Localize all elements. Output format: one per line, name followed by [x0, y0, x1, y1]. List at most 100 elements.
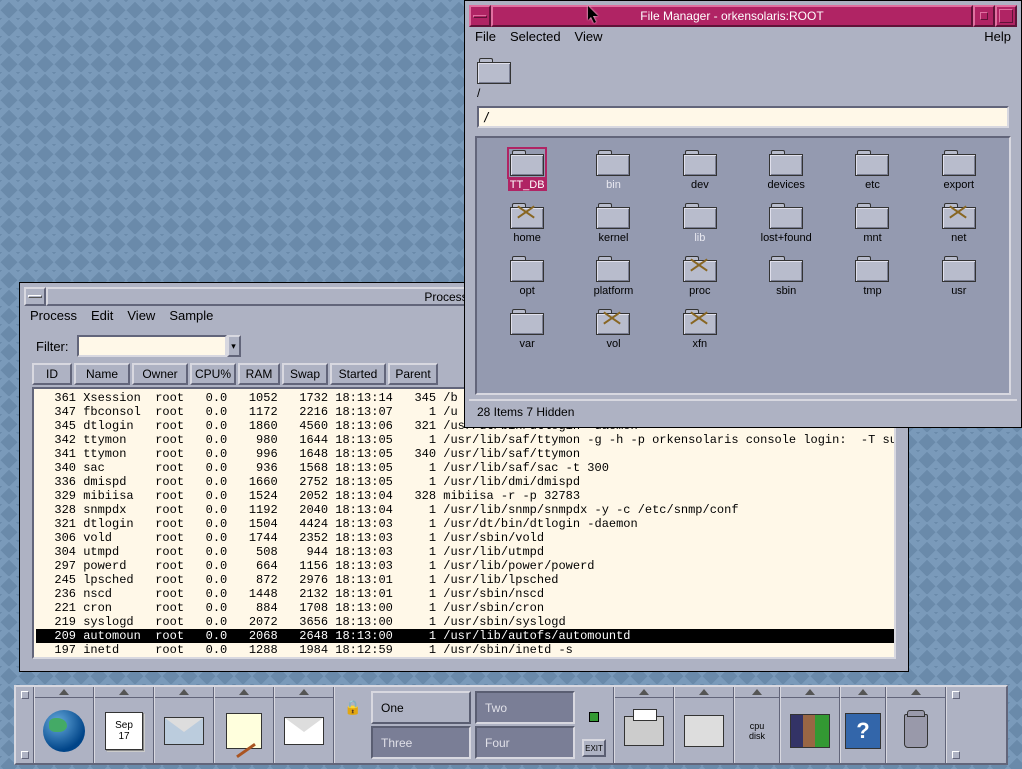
folder-item-home[interactable]: home: [487, 203, 567, 244]
path-iconic[interactable]: [475, 50, 1011, 84]
process-row[interactable]: 306 vold root 0.0 1744 2352 18:13:03 1 /…: [36, 531, 894, 545]
folder-item-mnt[interactable]: mnt: [832, 203, 912, 244]
folder-item-lostfound[interactable]: lost+found: [746, 203, 826, 244]
filter-dropdown-button[interactable]: ▾: [227, 335, 241, 357]
process-row[interactable]: 321 dtlogin root 0.0 1504 4424 18:13:03 …: [36, 517, 894, 531]
folder-item-proc[interactable]: proc: [660, 256, 740, 297]
col-header-started[interactable]: Started: [330, 363, 386, 385]
panel-apps[interactable]: [780, 687, 840, 763]
minimize-button[interactable]: [973, 5, 995, 27]
subpanel-arrow-icon[interactable]: [95, 687, 153, 698]
col-header-swap[interactable]: Swap: [282, 363, 328, 385]
subpanel-arrow-icon[interactable]: [155, 687, 213, 698]
fm-title[interactable]: File Manager - orkensolaris:ROOT: [491, 5, 973, 27]
process-row[interactable]: 236 nscd root 0.0 1448 2132 18:13:01 1 /…: [36, 587, 894, 601]
col-header-ram[interactable]: RAM: [238, 363, 280, 385]
workspace-three[interactable]: Three: [371, 726, 471, 759]
menu-edit[interactable]: Edit: [91, 308, 113, 323]
process-row[interactable]: 340 sac root 0.0 936 1568 18:13:05 1 /us…: [36, 461, 894, 475]
col-header-cpu%[interactable]: CPU%: [190, 363, 236, 385]
process-row[interactable]: 219 syslogd root 0.0 2072 3656 18:13:00 …: [36, 615, 894, 629]
workspace-four[interactable]: Four: [475, 726, 575, 759]
subpanel-arrow-icon[interactable]: [275, 687, 333, 698]
panel-help[interactable]: ?: [840, 687, 886, 763]
menu-file[interactable]: File: [475, 29, 496, 44]
menu-selected[interactable]: Selected: [510, 29, 561, 44]
folder-item-devices[interactable]: devices: [746, 150, 826, 191]
process-row[interactable]: 328 snmpdx root 0.0 1192 2040 18:13:04 1…: [36, 503, 894, 517]
folder-item-opt[interactable]: opt: [487, 256, 567, 297]
folder-item-etc[interactable]: etc: [832, 150, 912, 191]
subpanel-arrow-icon[interactable]: [735, 687, 779, 698]
process-row[interactable]: 197 inetd root 0.0 1288 1984 18:12:59 1 …: [36, 643, 894, 657]
workspace-two[interactable]: Two: [475, 691, 575, 724]
process-row[interactable]: 245 lpsched root 0.0 872 2976 18:13:01 1…: [36, 573, 894, 587]
folder-item-dev[interactable]: dev: [660, 150, 740, 191]
exit-button[interactable]: EXIT: [582, 739, 606, 757]
process-row[interactable]: 329 mibiisa root 0.0 1524 2052 18:13:04 …: [36, 489, 894, 503]
process-row[interactable]: 341 ttymon root 0.0 996 1648 18:13:05 34…: [36, 447, 894, 461]
panel-handle-left[interactable]: [16, 687, 34, 763]
calendar-icon: Sep17: [105, 712, 143, 750]
fm-titlebar[interactable]: File Manager - orkensolaris:ROOT: [469, 5, 1017, 27]
panel-calendar[interactable]: Sep17: [94, 687, 154, 763]
folder-item-tmp[interactable]: tmp: [832, 256, 912, 297]
books-icon: [790, 714, 830, 748]
subpanel-arrow-icon[interactable]: [215, 687, 273, 698]
panel-editor[interactable]: [214, 687, 274, 763]
col-header-parent[interactable]: Parent: [388, 363, 438, 385]
folder-item-var[interactable]: var: [487, 309, 567, 350]
menu-help[interactable]: Help: [984, 29, 1011, 44]
folder-item-vol[interactable]: vol: [573, 309, 653, 350]
subpanel-arrow-icon[interactable]: [841, 687, 885, 698]
subpanel-arrow-icon[interactable]: [781, 687, 839, 698]
folder-item-kernel[interactable]: kernel: [573, 203, 653, 244]
panel-handle-right[interactable]: [946, 687, 964, 763]
menu-sample[interactable]: Sample: [169, 308, 213, 323]
folder-view[interactable]: TT_DBbindevdevicesetcexport homekernellib…: [477, 138, 1009, 362]
subpanel-arrow-icon[interactable]: [615, 687, 673, 698]
col-header-name[interactable]: Name: [74, 363, 130, 385]
process-row[interactable]: 209 automoun root 0.0 2068 2648 18:13:00…: [36, 629, 894, 643]
panel-style[interactable]: [674, 687, 734, 763]
folder-icon: [510, 256, 544, 282]
menu-view[interactable]: View: [575, 29, 603, 44]
col-header-owner[interactable]: Owner: [132, 363, 188, 385]
menu-view[interactable]: View: [127, 308, 155, 323]
process-row[interactable]: 304 utmpd root 0.0 508 944 18:13:03 1 /u…: [36, 545, 894, 559]
folder-item-platform[interactable]: platform: [573, 256, 653, 297]
filter-input[interactable]: [77, 335, 227, 357]
path-input[interactable]: [477, 106, 1009, 128]
process-row[interactable]: 221 cron root 0.0 884 1708 18:13:00 1 /u…: [36, 601, 894, 615]
subpanel-arrow-icon[interactable]: [887, 687, 945, 698]
maximize-button[interactable]: [995, 5, 1017, 27]
panel-printer[interactable]: [614, 687, 674, 763]
subpanel-arrow-icon[interactable]: [675, 687, 733, 698]
window-menu-button[interactable]: [24, 287, 46, 306]
panel-files[interactable]: [154, 687, 214, 763]
window-menu-button[interactable]: [469, 5, 491, 27]
folder-item-ttdb[interactable]: TT_DB: [487, 150, 567, 191]
lock-icon[interactable]: 🔒: [344, 699, 361, 716]
panel-trash[interactable]: [886, 687, 946, 763]
process-row[interactable]: 336 dmispd root 0.0 1660 2752 18:13:05 1…: [36, 475, 894, 489]
folder-item-sbin[interactable]: sbin: [746, 256, 826, 297]
folder-item-usr[interactable]: usr: [919, 256, 999, 297]
drawer-icon: [164, 717, 204, 745]
workspace-one[interactable]: One: [371, 691, 471, 724]
panel-perf[interactable]: cpudisk: [734, 687, 780, 763]
process-row[interactable]: 297 powerd root 0.0 664 1156 18:13:03 1 …: [36, 559, 894, 573]
folder-item-bin[interactable]: bin: [573, 150, 653, 191]
folder-item-lib[interactable]: lib: [660, 203, 740, 244]
process-row[interactable]: 342 ttymon root 0.0 980 1644 18:13:05 1 …: [36, 433, 894, 447]
panel-mail[interactable]: [274, 687, 334, 763]
folder-item-net[interactable]: net: [919, 203, 999, 244]
subpanel-arrow-icon[interactable]: [35, 687, 93, 698]
folder-icon: [769, 150, 803, 176]
folder-icon[interactable]: [477, 58, 511, 84]
menu-process[interactable]: Process: [30, 308, 77, 323]
folder-item-export[interactable]: export: [919, 150, 999, 191]
folder-item-xfn[interactable]: xfn: [660, 309, 740, 350]
col-header-id[interactable]: ID: [32, 363, 72, 385]
panel-clock[interactable]: [34, 687, 94, 763]
